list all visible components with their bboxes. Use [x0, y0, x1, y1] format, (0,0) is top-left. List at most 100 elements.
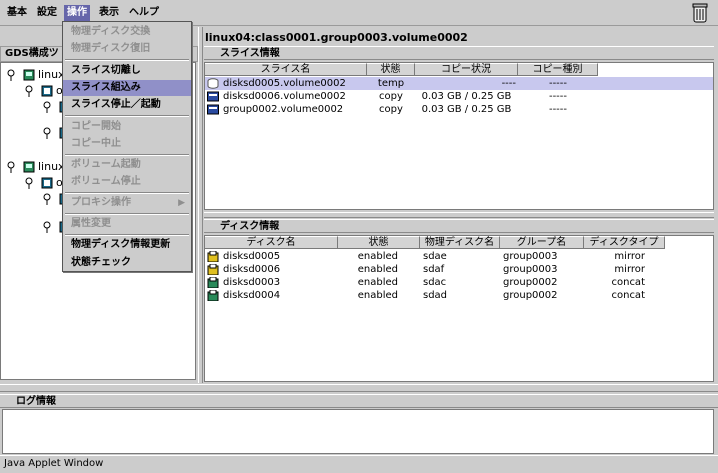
menu-item-change-attributes[interactable]: 属性変更 [63, 216, 191, 232]
vertical-splitter[interactable] [198, 27, 203, 383]
disk-type: mirror [614, 251, 645, 262]
menu-item-stop-start-slice[interactable]: スライス停止／起動 [63, 97, 191, 113]
pin-icon [43, 101, 51, 113]
horizontal-splitter[interactable] [0, 384, 718, 392]
menu-separator [65, 213, 189, 215]
table-row[interactable]: disksd0005 enabled sdae group0003 mirror [205, 250, 713, 263]
slice-copy-status: ---- [501, 78, 516, 89]
disk-panel-title: ディスク情報 [204, 219, 714, 233]
disk-col-status[interactable]: 状態 [338, 236, 420, 249]
tree-node-class-2[interactable]: o [25, 175, 63, 191]
slice-col-copy-status[interactable]: コピー状況 [415, 63, 518, 76]
menu-settings[interactable]: 設定 [34, 5, 60, 21]
menu-separator [65, 115, 189, 117]
pin-icon [43, 221, 51, 233]
table-row[interactable]: disksd0003 enabled sdac group0002 concat [205, 276, 713, 289]
pin-icon [25, 177, 33, 189]
disk-col-group[interactable]: グループ名 [500, 236, 584, 249]
disk-col-type[interactable]: ディスクタイプ [584, 236, 665, 249]
disk-name: disksd0005 [223, 251, 281, 262]
slice-copy-type: ----- [548, 78, 568, 89]
operation-dropdown-menu: 物理ディスク交換 物理ディスク復旧 スライス切離し スライス組込み スライス停止… [62, 21, 192, 272]
disk-icon [207, 277, 219, 288]
menu-item-cancel-copy[interactable]: コピー中止 [63, 136, 191, 152]
disk-status: enabled [357, 251, 398, 262]
disk-group: group0002 [503, 277, 558, 288]
menu-operation[interactable]: 操作 [64, 5, 90, 21]
menu-item-status-check[interactable]: 状態チェック [63, 255, 191, 271]
tree-node-label: linux [38, 160, 65, 173]
disk-status: enabled [357, 277, 398, 288]
panel-splitter[interactable] [204, 212, 714, 218]
slice-name: group0002.volume0002 [223, 104, 344, 115]
pin-icon [7, 69, 15, 81]
menu-item-replace-physical-disk[interactable]: 物理ディスク交換 [63, 24, 191, 40]
menu-item-start-copy[interactable]: コピー開始 [63, 119, 191, 135]
menu-item-attach-slice[interactable]: スライス組込み [63, 80, 191, 96]
menu-basic[interactable]: 基本 [4, 5, 30, 21]
pin-icon [25, 85, 33, 97]
menu-view[interactable]: 表示 [96, 5, 122, 21]
slice-status: temp [377, 78, 405, 89]
disk-type: concat [611, 290, 645, 301]
disk-physical: sdad [423, 290, 448, 301]
disk-col-name[interactable]: ディスク名 [205, 236, 338, 249]
pin-icon [7, 161, 15, 173]
menu-item-proxy-operation[interactable]: プロキシ操作 ▶ [63, 195, 191, 211]
menu-separator [65, 234, 189, 236]
menu-separator [65, 192, 189, 194]
disk-col-physical[interactable]: 物理ディスク名 [420, 236, 500, 249]
disk-type: mirror [614, 264, 645, 275]
slice-copy-status: 0.03 GB / 0.25 GB [421, 91, 512, 102]
tree-node-linux-2[interactable]: linux [7, 159, 65, 175]
disk-table[interactable]: ディスク名 状態 物理ディスク名 グループ名 ディスクタイプ disksd000… [204, 235, 714, 382]
tree-node-class-1[interactable]: o [25, 83, 63, 99]
disk-icon [207, 290, 219, 301]
menu-help[interactable]: ヘルプ [126, 5, 162, 21]
slice-status: copy [379, 104, 403, 115]
table-row[interactable]: disksd0005.volume0002 temp ---- ----- [205, 77, 713, 90]
status-bar [0, 455, 718, 473]
disk-physical: sdac [423, 277, 447, 288]
disk-group: group0002 [503, 290, 558, 301]
menu-item-update-physical-disk-info[interactable]: 物理ディスク情報更新 [63, 237, 191, 253]
slice-name: disksd0005.volume0002 [223, 78, 346, 89]
slice-col-name[interactable]: スライス名 [205, 63, 367, 76]
slice-panel-title: スライス情報 [204, 46, 714, 60]
table-row[interactable]: disksd0006 enabled sdaf group0003 mirror [205, 263, 713, 276]
table-row[interactable]: group0002.volume0002 copy 0.03 GB / 0.25… [205, 103, 713, 116]
slice-table[interactable]: スライス名 状態 コピー状況 コピー種別 disksd0005.volume00… [204, 62, 714, 210]
disk-group: group0003 [503, 251, 558, 262]
slice-disk-icon [207, 78, 219, 89]
status-text: Java Applet Window [4, 458, 104, 469]
disk-group: group0003 [503, 264, 558, 275]
disk-physical: sdaf [423, 264, 445, 275]
log-area[interactable] [2, 409, 714, 454]
table-row[interactable]: disksd0004 enabled sdad group0002 concat [205, 289, 713, 302]
submenu-arrow-icon: ▶ [178, 198, 185, 208]
host-icon [23, 161, 34, 173]
slice-col-copy-type[interactable]: コピー種別 [518, 63, 598, 76]
menu-item-detach-slice[interactable]: スライス切離し [63, 63, 191, 79]
disk-name: disksd0004 [223, 290, 281, 301]
tree-node-label: linux [38, 68, 65, 81]
menu-item-label: プロキシ操作 [71, 197, 131, 208]
disk-status: enabled [357, 264, 398, 275]
slice-copy-type: ----- [548, 91, 568, 102]
disk-name: disksd0006 [223, 264, 281, 275]
menu-item-stop-volume[interactable]: ボリューム停止 [63, 174, 191, 190]
slice-col-status[interactable]: 状態 [367, 63, 415, 76]
trash-icon[interactable] [692, 3, 708, 23]
table-row[interactable]: disksd0006.volume0002 copy 0.03 GB / 0.2… [205, 90, 713, 103]
disk-icon [207, 264, 219, 275]
menu-separator [65, 59, 189, 61]
host-icon [23, 69, 34, 81]
tree-node-linux-1[interactable]: linux [7, 67, 65, 83]
menu-item-restore-physical-disk[interactable]: 物理ディスク復旧 [63, 41, 191, 57]
menu-item-start-volume[interactable]: ボリューム起動 [63, 157, 191, 173]
slice-status: copy [379, 91, 403, 102]
disk-status: enabled [357, 290, 398, 301]
pin-icon [43, 127, 51, 139]
log-panel-title: ログ情報 [0, 394, 718, 408]
object-path-label: linux04:class0001.group0003.volume0002 [205, 31, 468, 44]
